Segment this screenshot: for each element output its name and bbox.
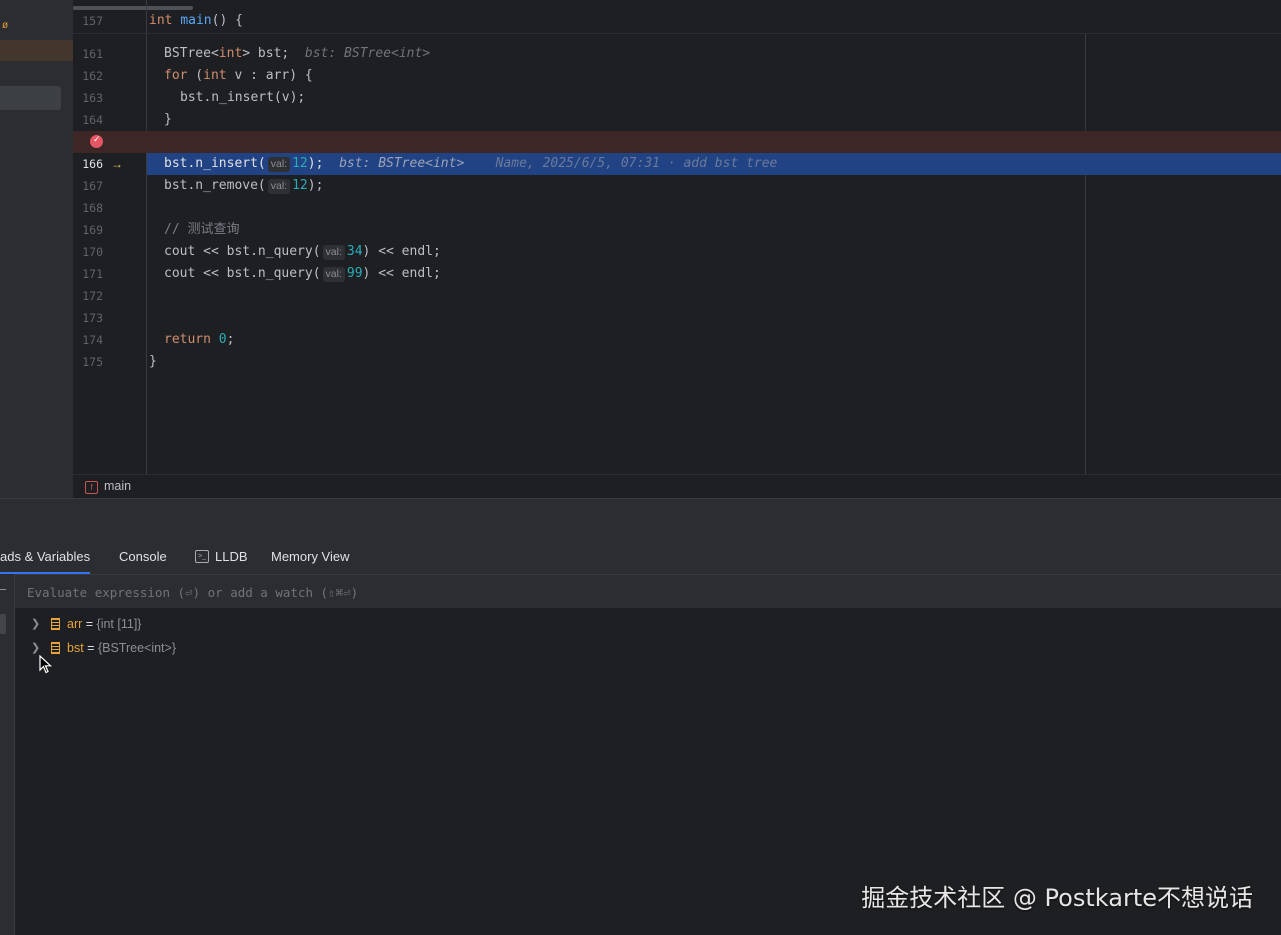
code-line[interactable]: 172 <box>73 285 1281 307</box>
code-text: } <box>164 112 172 127</box>
function-icon: f <box>85 481 98 494</box>
mouse-pointer-icon <box>39 655 53 674</box>
line-number: 162 <box>82 69 103 83</box>
frame-selected-item[interactable] <box>0 614 6 634</box>
code-line[interactable]: 173 <box>73 307 1281 329</box>
code-line[interactable]: 167 bst.n_remove(val: 12); <box>73 175 1281 197</box>
object-variable-icon <box>51 642 60 654</box>
chevron-right-icon[interactable]: ❯ <box>31 612 40 636</box>
watermark: 掘金技术社区 @ Postkarte不想说话 <box>861 884 1253 912</box>
line-number: 164 <box>82 113 103 127</box>
variable-value: {BSTree<int>} <box>97 641 177 655</box>
code-line[interactable]: 174 return 0; <box>73 329 1281 351</box>
evaluate-expression-bar <box>15 574 1281 610</box>
code-text: for (int v : arr) { <box>164 68 313 83</box>
line-number: 171 <box>82 267 103 281</box>
tab-memory-view[interactable]: Memory View <box>271 540 350 574</box>
sidebar-hover-item[interactable] <box>0 86 61 110</box>
code-text: cout << bst.n_query(val: 34) << endl; <box>164 244 441 260</box>
debug-toolbar-area <box>0 498 1281 541</box>
line-number: 170 <box>82 245 103 259</box>
code-line[interactable]: 170 cout << bst.n_query(val: 34) << endl; <box>73 241 1281 263</box>
execution-line[interactable]: 166 → bst.n_insert(val: 12); bst: BSTree<… <box>73 153 1281 175</box>
code-line[interactable]: 161 BSTree<int> bst; bst: BSTree<int> <box>73 43 1281 65</box>
code-text: } <box>149 354 157 369</box>
tab-console[interactable]: Console <box>119 540 167 574</box>
git-blame-annotation: Name, 2025/6/5, 07:31 · add bst tree <box>495 156 778 171</box>
bookmark-icon: ø <box>2 20 9 31</box>
evaluate-expression-input[interactable] <box>25 575 1229 610</box>
code-text: cout << bst.n_query(val: 99) << endl; <box>164 266 441 282</box>
code-text: bst.n_remove(val: 12); <box>164 178 324 194</box>
code-line[interactable]: 169 // 测试查询 <box>73 219 1281 241</box>
parameter-hint: val: <box>322 267 345 282</box>
line-number: 173 <box>82 311 103 325</box>
line-number: 166 <box>82 157 103 171</box>
code-line[interactable]: 175 } <box>73 351 1281 373</box>
parameter-hint: val: <box>267 179 291 194</box>
code-text: int main() { <box>149 13 243 28</box>
breadcrumb[interactable]: f main <box>73 474 1281 499</box>
variable-label: arr = {int [11]} <box>67 617 142 631</box>
frames-column[interactable] <box>0 574 15 935</box>
sticky-header-separator <box>73 33 1281 34</box>
line-number: 172 <box>82 289 103 303</box>
terminal-icon: >_ <box>195 550 209 563</box>
tab-threads-variables[interactable]: ads & Variables <box>0 540 91 574</box>
line-number: 163 <box>82 91 103 105</box>
code-editor[interactable]: 157 int main() { 161 BSTree<int> bst; bs… <box>73 0 1281 474</box>
line-number: 175 <box>82 355 103 369</box>
line-number: 161 <box>82 47 103 61</box>
parameter-hint: val: <box>322 245 345 260</box>
code-line[interactable]: 168 <box>73 197 1281 219</box>
code-line[interactable]: 157 int main() { <box>73 10 1281 32</box>
parameter-hint: val: <box>267 157 291 172</box>
line-number: 167 <box>82 179 103 193</box>
inline-value-hint: bst: BSTree<int> <box>339 156 465 171</box>
code-text: bst.n_insert(v); <box>180 90 306 105</box>
code-text: return 0; <box>164 332 235 347</box>
variable-label: bst = {BSTree<int>} <box>67 641 177 655</box>
code-line[interactable]: 162 for (int v : arr) { <box>73 65 1281 87</box>
execution-point-arrow-icon: → <box>111 157 123 171</box>
array-variable-icon <box>51 618 60 630</box>
code-line[interactable]: 171 cout << bst.n_query(val: 99) << endl; <box>73 263 1281 285</box>
variable-row-bst[interactable]: ❯ bst = {BSTree<int>} <box>15 636 1281 660</box>
variable-row-arr[interactable]: ❯ arr = {int [11]} <box>15 612 1281 636</box>
line-number: 168 <box>82 201 103 215</box>
line-number: 157 <box>82 14 103 28</box>
code-line[interactable]: 163 bst.n_insert(v); <box>73 87 1281 109</box>
breakpoint-icon[interactable]: ✓ <box>90 134 103 148</box>
code-text: bst.n_insert(val: 12); bst: BSTree<int> N… <box>164 156 778 172</box>
line-number: 169 <box>82 223 103 237</box>
breadcrumb-item-main[interactable]: main <box>104 479 131 493</box>
frames-divider <box>0 589 6 590</box>
code-text: BSTree<int> bst; bst: BSTree<int> <box>164 46 431 61</box>
line-number: 174 <box>82 333 103 347</box>
variable-value: {int [11]} <box>96 617 142 631</box>
sidebar-selected-item[interactable] <box>0 40 73 61</box>
project-sidebar-strip: ø <box>0 0 73 498</box>
breakpoint-line[interactable]: ✓ <box>73 131 1281 153</box>
tab-lldb[interactable]: LLDB <box>215 540 248 574</box>
code-comment: // 测试查询 <box>164 222 240 237</box>
code-line[interactable]: 164 } <box>73 109 1281 131</box>
inline-value-hint: bst: BSTree<int> <box>304 46 431 61</box>
debug-tabs: ads & Variables Console LLDB Memory View <box>0 540 1281 574</box>
